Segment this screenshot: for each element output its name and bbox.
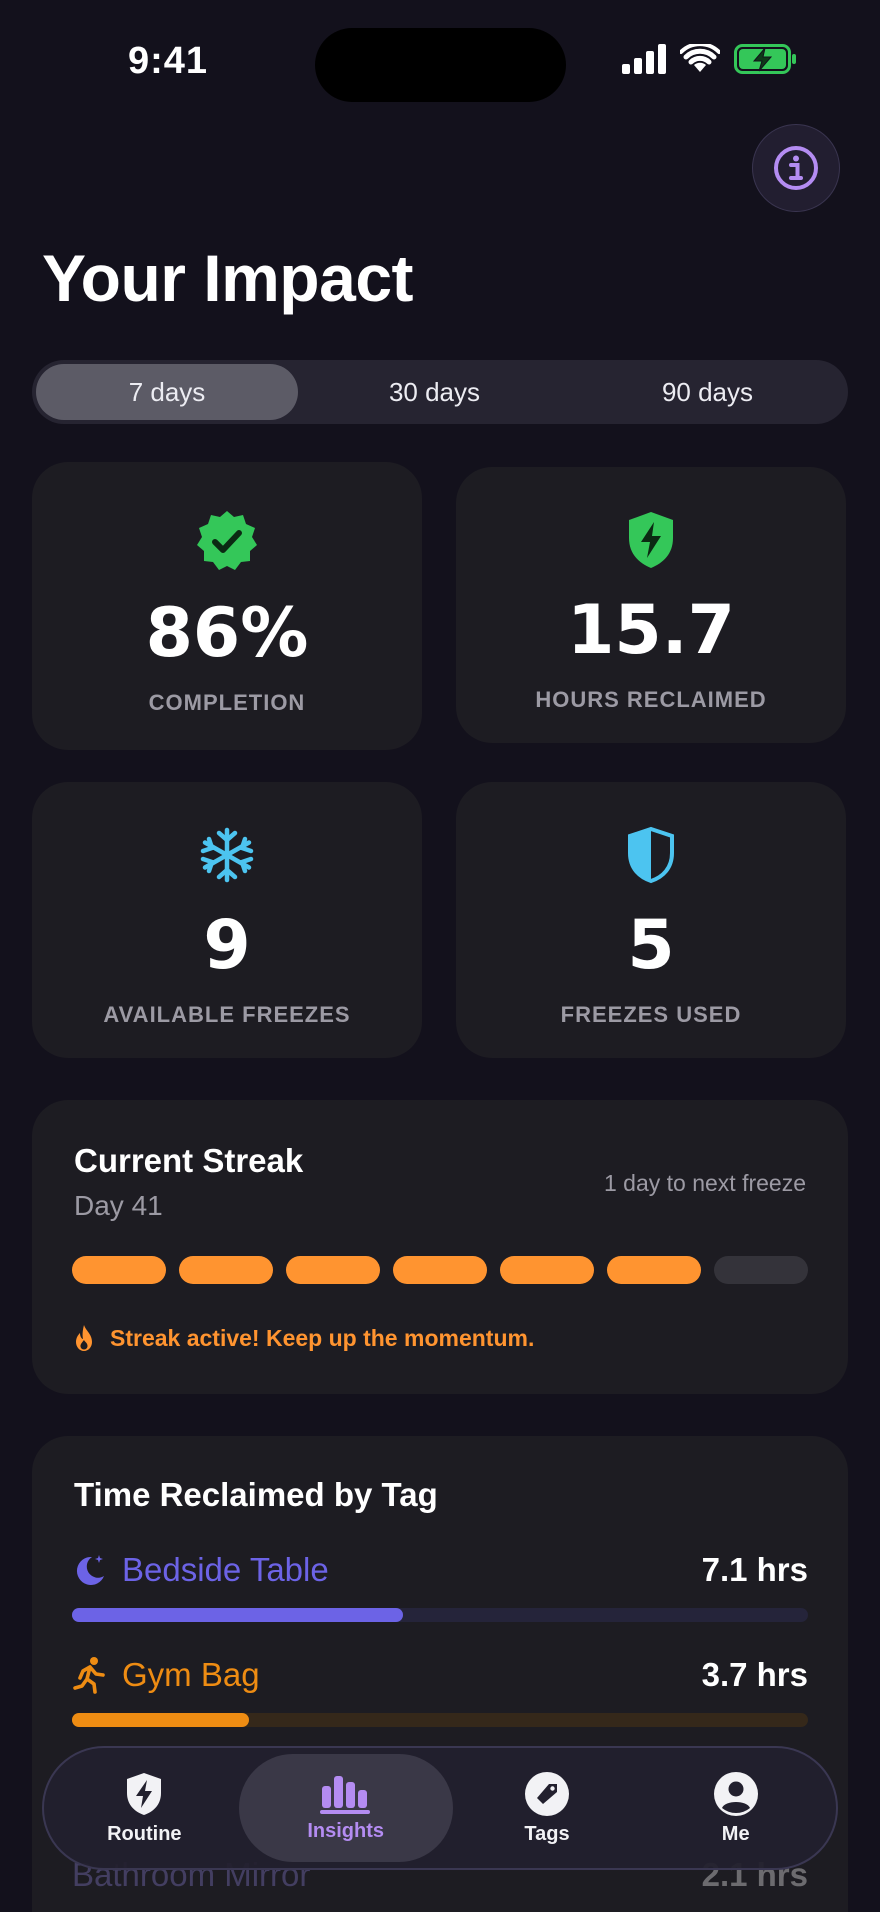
stat-label: FREEZES USED bbox=[560, 1002, 742, 1027]
flame-icon bbox=[76, 1325, 92, 1351]
wifi-icon bbox=[680, 44, 720, 72]
tag-progress-fill bbox=[72, 1608, 404, 1622]
tab-label: Me bbox=[721, 1822, 750, 1845]
stat-value: 15.7 bbox=[567, 591, 735, 670]
streak-title: Current Streak bbox=[74, 1142, 304, 1179]
streak-day: Day 41 bbox=[74, 1190, 163, 1221]
stat-card-available-freezes: 9 AVAILABLE FREEZES bbox=[32, 782, 422, 1058]
person-icon bbox=[713, 1771, 758, 1816]
streak-segment bbox=[72, 1256, 166, 1284]
tag-hours: 3.7 hrs bbox=[701, 1656, 808, 1693]
range-option-90-days[interactable]: 90 days bbox=[571, 364, 844, 420]
verified-badge-icon bbox=[197, 511, 257, 570]
status-icons bbox=[622, 44, 798, 74]
streak-card: Current Streak Day 41 1 day to next free… bbox=[32, 1100, 848, 1394]
tab-label: Routine bbox=[107, 1822, 182, 1845]
tab-routine[interactable]: Routine bbox=[50, 1754, 239, 1862]
streak-segment bbox=[286, 1256, 380, 1284]
stat-label: HOURS RECLAIMED bbox=[535, 687, 767, 712]
stat-label: AVAILABLE FREEZES bbox=[103, 1002, 351, 1027]
status-time: 9:41 bbox=[128, 40, 209, 82]
tag-name: Gym Bag bbox=[122, 1656, 260, 1693]
range-option-30-days[interactable]: 30 days bbox=[298, 364, 571, 420]
bar-chart-icon bbox=[319, 1775, 370, 1814]
info-icon bbox=[774, 146, 818, 190]
streak-segment bbox=[500, 1256, 594, 1284]
tags-title: Time Reclaimed by Tag bbox=[74, 1476, 438, 1513]
lightning-shield-icon bbox=[127, 1772, 162, 1815]
stat-card-completion: 86% COMPLETION bbox=[32, 462, 422, 750]
stat-card-hours-reclaimed: 15.7 HOURS RECLAIMED bbox=[456, 467, 846, 743]
tag-icon bbox=[525, 1771, 569, 1816]
range-selector: 7 days 30 days 90 days bbox=[32, 360, 848, 424]
tag-name: Bedside Table bbox=[122, 1551, 329, 1588]
tab-tags[interactable]: Tags bbox=[453, 1754, 642, 1862]
dynamic-island bbox=[315, 28, 566, 102]
cellular-signal-icon bbox=[622, 44, 666, 74]
stat-value: 5 bbox=[627, 906, 675, 985]
battery-charging-icon bbox=[734, 44, 796, 74]
stat-value: 86% bbox=[145, 594, 309, 673]
tag-row-gym-bag[interactable]: Gym Bag 3.7 hrs bbox=[72, 1651, 808, 1727]
status-bar: 9:41 bbox=[0, 0, 880, 130]
tag-progress-track bbox=[72, 1608, 808, 1622]
streak-segment bbox=[179, 1256, 273, 1284]
stat-value: 9 bbox=[203, 906, 251, 985]
moon-stars-icon bbox=[76, 1555, 104, 1585]
tab-insights[interactable]: Insights bbox=[238, 1754, 453, 1862]
tab-label: Tags bbox=[524, 1822, 570, 1845]
tag-progress-track bbox=[72, 1713, 808, 1727]
running-person-icon bbox=[73, 1657, 105, 1694]
tab-bar: Routine Insights Tags Me bbox=[42, 1746, 838, 1870]
stat-label: COMPLETION bbox=[148, 690, 306, 715]
tab-label: Insights bbox=[307, 1819, 384, 1842]
streak-segment bbox=[607, 1256, 701, 1284]
tag-progress-fill bbox=[72, 1713, 249, 1727]
streak-next-freeze: 1 day to next freeze bbox=[603, 1170, 806, 1196]
half-shield-icon bbox=[628, 826, 674, 884]
streak-segment bbox=[714, 1256, 808, 1284]
streak-message-text: Streak active! Keep up the momentum. bbox=[110, 1324, 535, 1351]
streak-progress-bar bbox=[72, 1256, 808, 1284]
tab-me[interactable]: Me bbox=[641, 1754, 830, 1862]
stat-card-freezes-used: 5 FREEZES USED bbox=[456, 782, 846, 1058]
page-title: Your Impact bbox=[42, 241, 414, 315]
tag-hours: 7.1 hrs bbox=[701, 1551, 808, 1588]
lightning-shield-icon bbox=[629, 512, 673, 568]
tag-row-bedside-table[interactable]: Bedside Table 7.1 hrs bbox=[72, 1546, 808, 1622]
info-button[interactable] bbox=[752, 124, 840, 212]
snowflake-icon bbox=[200, 827, 254, 883]
streak-segment bbox=[393, 1256, 487, 1284]
range-option-7-days[interactable]: 7 days bbox=[36, 364, 298, 420]
streak-message: Streak active! Keep up the momentum. bbox=[72, 1324, 534, 1352]
